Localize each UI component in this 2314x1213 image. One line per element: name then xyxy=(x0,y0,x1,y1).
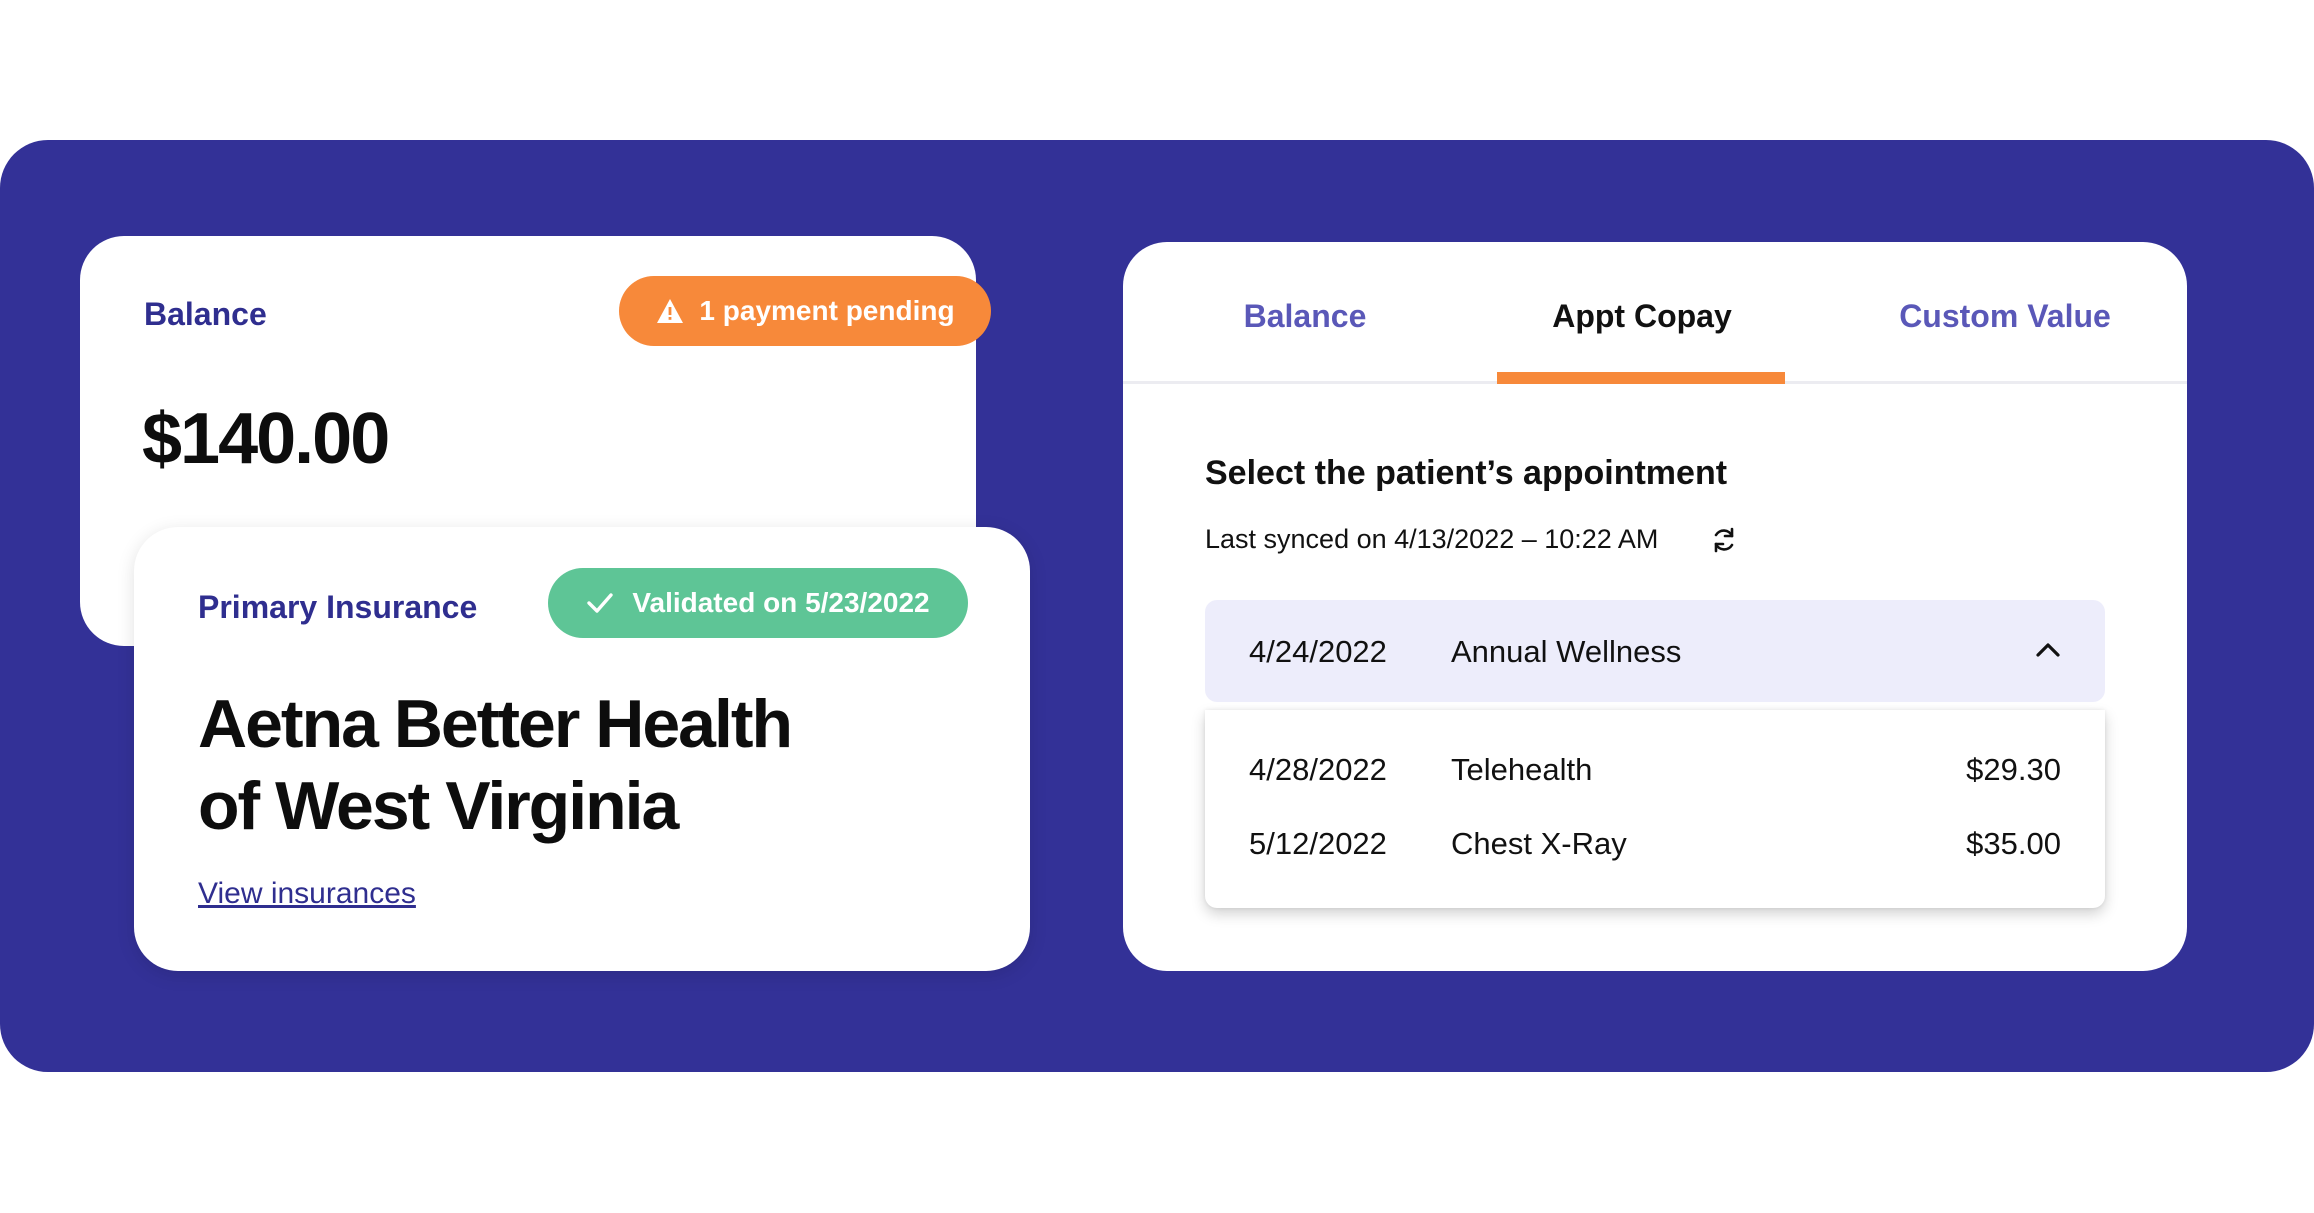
active-tab-indicator xyxy=(1497,372,1785,384)
tab-custom-value[interactable]: Custom Value xyxy=(1823,298,2187,335)
selected-appointment-name: Annual Wellness xyxy=(1451,634,1682,669)
view-insurances-link[interactable]: View insurances xyxy=(198,877,416,911)
insurance-card: Primary Insurance Validated on 5/23/2022… xyxy=(134,527,1030,971)
selected-appointment-date: 4/24/2022 xyxy=(1249,634,1387,669)
option-date: 4/28/2022 xyxy=(1249,752,1387,787)
warning-icon xyxy=(657,299,684,323)
tab-bar: Balance Appt Copay Custom Value xyxy=(1123,242,2187,384)
insurance-name-line1: Aetna Better Health xyxy=(198,686,793,762)
check-icon xyxy=(587,593,614,613)
select-appointment-title: Select the patient’s appointment xyxy=(1205,454,1728,492)
tab-appt-copay[interactable]: Appt Copay xyxy=(1497,298,1787,335)
pending-badge-text: 1 payment pending xyxy=(699,295,955,326)
validated-badge: Validated on 5/23/2022 xyxy=(548,568,968,638)
appointment-dropdown-list: 4/28/2022 Telehealth $29.30 5/12/2022 Ch… xyxy=(1205,710,2105,908)
balance-label: Balance xyxy=(144,296,267,332)
option-name: Chest X-Ray xyxy=(1451,826,1627,861)
chevron-up-icon[interactable] xyxy=(2035,640,2061,658)
balance-amount: $140.00 xyxy=(142,399,390,479)
option-amount: $35.00 xyxy=(1966,826,2061,861)
option-amount: $29.30 xyxy=(1966,752,2061,787)
last-synced-text: Last synced on 4/13/2022 – 10:22 AM xyxy=(1205,524,1659,554)
appointment-option[interactable]: 5/12/2022 Chest X-Ray $35.00 xyxy=(1205,808,2105,880)
insurance-name-line2: of West Virginia xyxy=(198,768,679,844)
insurance-name: Aetna Better Health of West Virginia xyxy=(198,683,958,847)
option-name: Telehealth xyxy=(1451,752,1593,787)
appointment-option[interactable]: 4/28/2022 Telehealth $29.30 xyxy=(1205,734,2105,806)
appointment-select[interactable]: 4/24/2022 Annual Wellness xyxy=(1205,600,2105,702)
primary-insurance-label: Primary Insurance xyxy=(198,589,478,625)
validated-badge-text: Validated on 5/23/2022 xyxy=(632,587,930,618)
payment-pending-badge: 1 payment pending xyxy=(619,276,991,346)
tab-balance[interactable]: Balance xyxy=(1123,298,1487,335)
sync-icon[interactable] xyxy=(1709,525,1739,555)
option-date: 5/12/2022 xyxy=(1249,826,1387,861)
appointment-card: Balance Appt Copay Custom Value Select t… xyxy=(1123,242,2187,971)
